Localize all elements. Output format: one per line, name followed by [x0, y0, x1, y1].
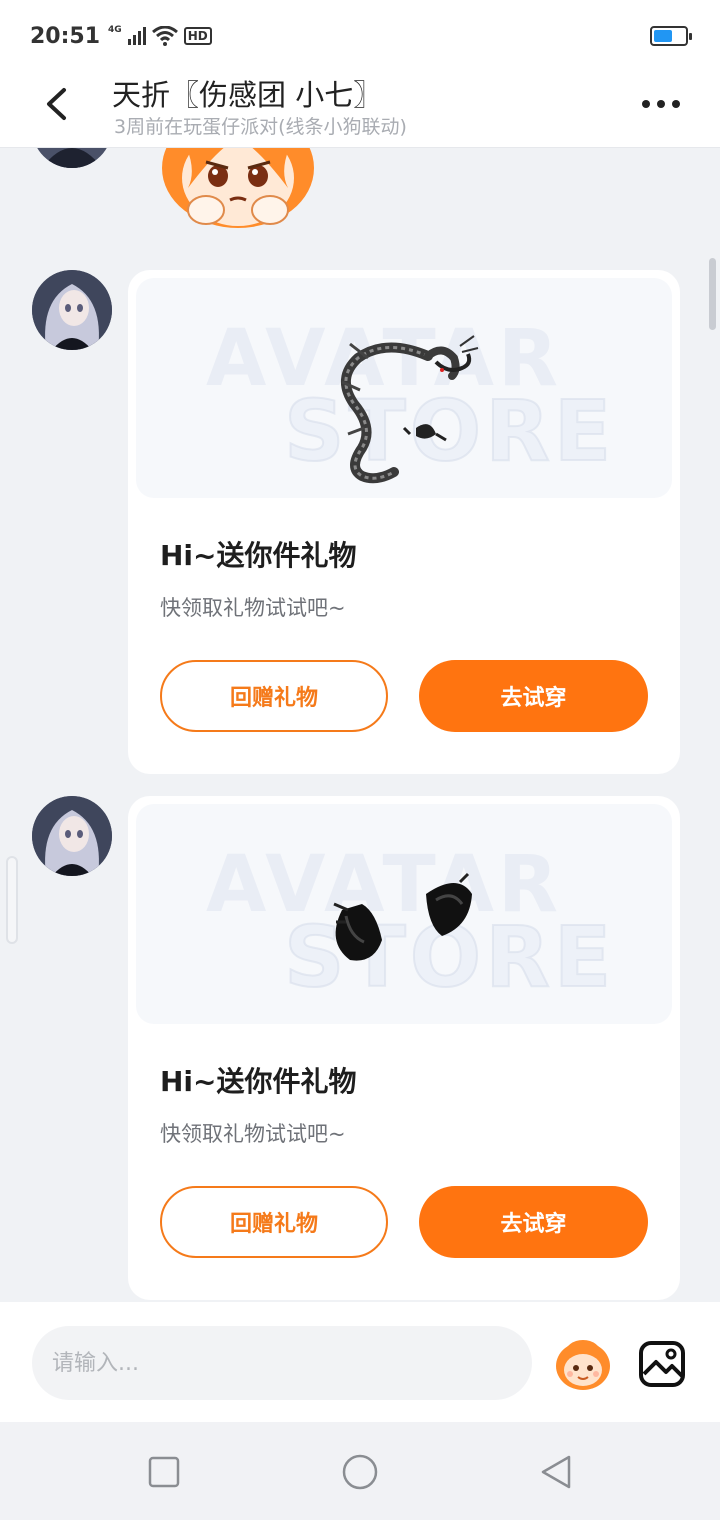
avatar[interactable]: [32, 148, 112, 168]
home-button[interactable]: [340, 1452, 380, 1492]
status-time: 20:51: [30, 23, 101, 49]
message-input[interactable]: [32, 1326, 532, 1400]
chevron-left-icon: [47, 88, 66, 120]
input-bar: [0, 1302, 720, 1422]
more-dot-icon: [672, 100, 680, 108]
try-on-button[interactable]: 去试穿: [419, 1186, 648, 1258]
more-dot-icon: [642, 100, 650, 108]
hd-badge: HD: [183, 27, 212, 45]
signal-icon: [127, 27, 146, 45]
status-bar: 20:51 4G HD: [0, 0, 720, 72]
gift-card[interactable]: AVATAR STORE Hi~送你件礼物 快领取礼物试试吧~ 回赠礼物 去试穿: [128, 270, 680, 774]
chat-messages[interactable]: AVATAR STORE Hi~送你件礼物 快领取礼物试试吧~ 回赠礼物 去试穿: [0, 148, 720, 1302]
emoji-button[interactable]: [554, 1336, 612, 1392]
gift-preview: AVATAR STORE: [136, 804, 672, 1024]
more-options-button[interactable]: [642, 94, 686, 114]
scrollbar[interactable]: [709, 258, 716, 330]
gift-card[interactable]: AVATAR STORE Hi~送你件礼物 快领取礼物试试吧~ 回赠礼物 去试穿: [128, 796, 680, 1300]
battery-icon: [650, 26, 692, 46]
return-gift-button[interactable]: 回赠礼物: [160, 1186, 388, 1258]
square-icon: [148, 1456, 180, 1488]
status-icons: 4G HD: [108, 25, 212, 46]
gift-description: 快领取礼物试试吧~: [160, 1122, 346, 1146]
gift-title: Hi~送你件礼物: [160, 539, 357, 572]
eggy-emoji-icon: [556, 1340, 610, 1390]
recents-button[interactable]: [144, 1452, 184, 1492]
return-gift-button[interactable]: 回赠礼物: [160, 660, 388, 732]
triangle-back-icon: [541, 1455, 571, 1489]
contact-name: 天折〖伤感团 小七〗: [112, 78, 383, 112]
contact-status: 3周前在玩蛋仔派对(线条小狗联动): [114, 116, 407, 138]
more-dot-icon: [657, 100, 665, 108]
circle-icon: [342, 1454, 378, 1490]
back-nav-button[interactable]: [536, 1452, 576, 1492]
battery-level: [654, 30, 672, 42]
image-button[interactable]: [638, 1340, 686, 1388]
chat-header: 天折〖伤感团 小七〗 3周前在玩蛋仔派对(线条小狗联动): [0, 72, 720, 148]
avatar[interactable]: [32, 796, 112, 876]
edge-handle[interactable]: [6, 856, 18, 944]
black-cat-ears-icon: [333, 872, 472, 961]
system-nav-bar: [0, 1422, 720, 1520]
crying-eggy-sticker-icon: [162, 148, 314, 228]
gift-title: Hi~送你件礼物: [160, 1065, 357, 1098]
avatar[interactable]: [32, 270, 112, 350]
back-button[interactable]: [36, 82, 76, 126]
try-on-button[interactable]: 去试穿: [419, 660, 648, 732]
network-type: 4G: [108, 25, 122, 35]
wifi-icon: [151, 26, 178, 46]
image-icon: [639, 1341, 685, 1387]
gift-preview: AVATAR STORE: [136, 278, 672, 498]
gift-description: 快领取礼物试试吧~: [160, 596, 346, 620]
black-dragon-icon: [341, 335, 479, 484]
sticker-message[interactable]: [158, 148, 318, 238]
